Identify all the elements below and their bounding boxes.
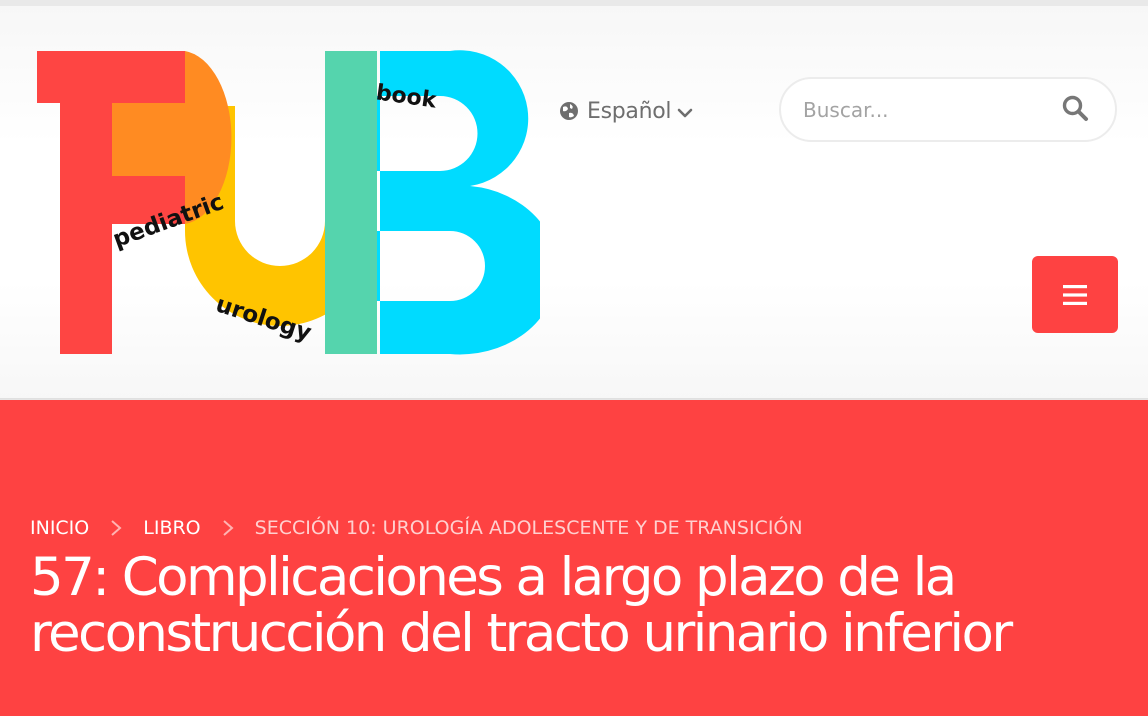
search-input[interactable]	[803, 93, 1043, 127]
language-label: Español	[587, 98, 672, 124]
logo-letter-p	[37, 51, 185, 354]
page-title-line-2: reconstrucción del tracto urinario infer…	[30, 603, 1013, 664]
site-logo[interactable]: book pediatric urology	[30, 46, 540, 370]
hamburger-icon	[1063, 284, 1087, 305]
search-icon	[1062, 95, 1088, 121]
breadcrumb: INICIO LIBRO SECCIÓN 10: UROLOGÍA ADOLES…	[30, 513, 803, 543]
menu-button[interactable]	[1032, 256, 1118, 333]
breadcrumb-current-section: SECCIÓN 10: UROLOGÍA ADOLESCENTE Y DE TR…	[254, 517, 803, 539]
page-title: 57: Complicaciones a largo plazo de la r…	[30, 550, 1130, 662]
hero-banner: INICIO LIBRO SECCIÓN 10: UROLOGÍA ADOLES…	[0, 400, 1148, 716]
breadcrumb-book[interactable]: LIBRO	[143, 517, 200, 539]
page-title-line-1: 57: Complicaciones a largo plazo de la	[30, 547, 957, 608]
chevron-right-icon	[109, 519, 123, 537]
chevron-down-icon	[677, 108, 693, 118]
logo-teal-stem	[325, 51, 377, 354]
breadcrumb-home[interactable]: INICIO	[30, 517, 89, 539]
search-button[interactable]	[1061, 94, 1093, 126]
chevron-right-icon	[221, 519, 235, 537]
globe-icon	[560, 102, 578, 120]
search-box	[779, 77, 1117, 142]
language-selector[interactable]: Español	[559, 94, 693, 128]
site-header: book pediatric urology Español	[0, 6, 1148, 400]
